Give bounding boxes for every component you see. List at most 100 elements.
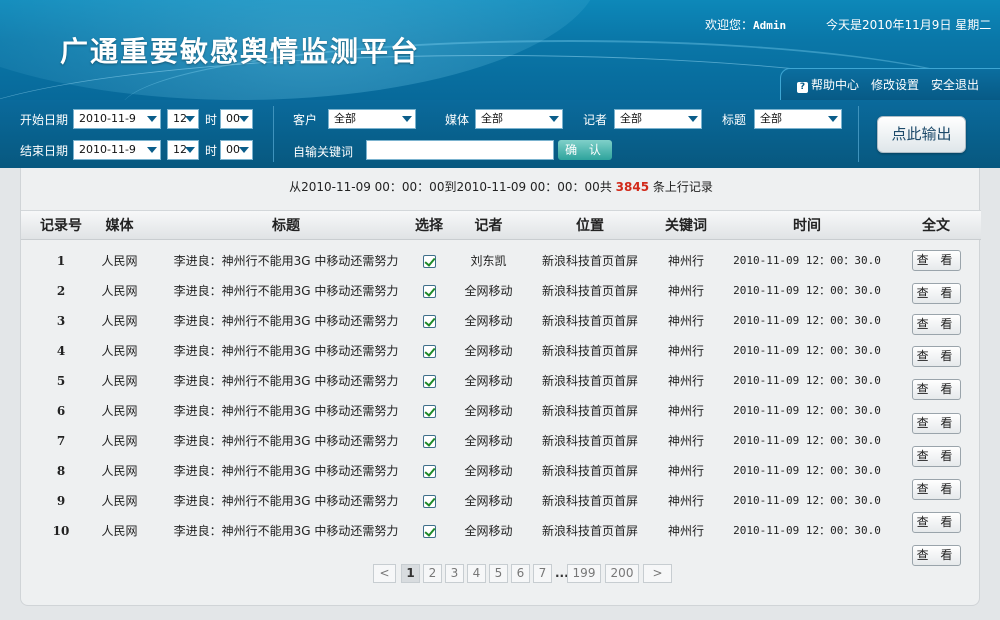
keyword-cell: 神州行 [667,314,704,328]
table-row: 7 人民网 李进良：神州行不能用3G 中移动还需努力 全网移动 新浪科技首页首屏 神州行 2… [21,426,981,467]
row-select-checkbox[interactable] [423,525,436,538]
start-date-select[interactable]: 2010-11-9 [73,109,161,129]
reporter-cell: 刘东凯 [470,254,507,268]
help-link[interactable]: ? 帮助中心 [797,76,859,93]
settings-link[interactable]: 修改设置 [871,76,919,93]
page-button[interactable]: 1 [401,564,420,583]
col-header-fulltext: 全文 [922,218,950,234]
row-select-checkbox[interactable] [423,255,436,268]
time-cell: 2010-11-09 12：00：30.0 [733,254,881,267]
reporter-cell: 全网移动 [464,494,513,508]
reporter-value: 全部 [620,112,642,125]
prev-page-button[interactable]: < [373,564,396,583]
results-summary: 从2010-11-09 00：00：00到2010-11-09 00：00：00… [21,178,981,195]
table-header: 记录号 媒体 标题 选择 记者 位置 关键词 时间 全文 [21,210,981,240]
start-minute-value: 00 [226,112,240,125]
view-button[interactable]: 查 看 [912,250,961,271]
keyword-cell: 神州行 [667,434,704,448]
media-cell: 人民网 [101,314,138,328]
row-select-checkbox[interactable] [423,495,436,508]
record-count: 3845 [615,180,650,194]
client-value: 全部 [334,112,356,125]
keyword-input[interactable] [366,140,554,160]
media-cell: 人民网 [101,404,138,418]
logout-link[interactable]: 安全退出 [931,76,979,93]
chevron-down-icon [239,147,249,153]
row-select-checkbox[interactable] [423,465,436,478]
media-cell: 人民网 [101,374,138,388]
page-button[interactable]: 200 [605,564,639,583]
title-value: 全部 [760,112,782,125]
page-button[interactable]: 7 [533,564,552,583]
start-date-label: 开始日期 [20,113,69,127]
page-button[interactable]: 5 [489,564,508,583]
title-cell: 李进良：神州行不能用3G 中移动还需努力 [173,404,399,418]
view-button[interactable]: 查 看 [912,314,961,335]
view-button[interactable]: 查 看 [912,283,961,304]
reporter-cell: 全网移动 [464,404,513,418]
table-row: 6 人民网 李进良：神州行不能用3G 中移动还需努力 全网移动 新浪科技首页首屏 神州行 2… [21,396,981,434]
record-no: 2 [56,284,66,298]
page-button[interactable]: 3 [445,564,464,583]
reporter-select[interactable]: 全部 [614,109,702,129]
export-button[interactable]: 点此输出 [877,116,966,153]
end-hour-select[interactable]: 12 [167,140,199,160]
position-cell: 新浪科技首页首屏 [541,284,638,298]
media-cell: 人民网 [101,464,138,478]
title-cell: 李进良：神州行不能用3G 中移动还需努力 [173,254,399,268]
page-button[interactable]: 2 [423,564,442,583]
summary-prefix: 从2010-11-09 00：00：00到2010-11-09 00：00：00… [289,180,612,194]
end-date-select[interactable]: 2010-11-9 [73,140,161,160]
reporter-cell: 全网移动 [464,464,513,478]
username: Admin [753,19,787,32]
time-cell: 2010-11-09 12：00：30.0 [733,494,881,507]
row-select-checkbox[interactable] [423,285,436,298]
record-no: 7 [56,434,66,448]
col-header-position: 位置 [576,218,604,234]
title-cell: 李进良：神州行不能用3G 中移动还需努力 [173,434,399,448]
start-hour-select[interactable]: 12 [167,109,199,129]
chevron-down-icon [828,116,838,122]
page-button[interactable]: 6 [511,564,530,583]
reporter-cell: 全网移动 [464,314,513,328]
media-label: 媒体 [445,113,470,127]
end-minute-select[interactable]: 00 [220,140,253,160]
col-header-media: 媒体 [105,218,134,234]
record-no: 3 [56,314,66,328]
table-row: 3 人民网 李进良：神州行不能用3G 中移动还需努力 全网移动 新浪科技首页首屏 神州行 2… [21,306,981,336]
position-cell: 新浪科技首页首屏 [541,494,638,508]
media-cell: 人民网 [101,524,138,538]
row-select-checkbox[interactable] [423,375,436,388]
row-select-checkbox[interactable] [423,405,436,418]
next-page-button[interactable]: > [643,564,672,583]
row-select-checkbox[interactable] [423,345,436,358]
media-select[interactable]: 全部 [475,109,563,129]
summary-suffix: 条上行记录 [652,180,713,194]
client-select[interactable]: 全部 [328,109,416,129]
table-row: 10 人民网 李进良：神州行不能用3G 中移动还需努力 全网移动 新浪科技首页首屏 神州行… [21,516,981,566]
view-button[interactable]: 查 看 [912,545,961,566]
position-cell: 新浪科技首页首屏 [541,404,638,418]
table-row: 9 人民网 李进良：神州行不能用3G 中移动还需努力 全网移动 新浪科技首页首屏 神州行 2… [21,486,981,533]
view-button[interactable]: 查 看 [912,346,961,367]
keyword-label: 自输关键词 [293,145,354,159]
page-button[interactable]: 199 [567,564,601,583]
table-row: 2 人民网 李进良：神州行不能用3G 中移动还需努力 全网移动 新浪科技首页首屏 神州行 2… [21,276,981,306]
confirm-button[interactable]: 确 认 [558,140,612,160]
start-minute-select[interactable]: 00 [220,109,253,129]
title-select[interactable]: 全部 [754,109,842,129]
pagination-ellipsis: ... [555,566,569,580]
page-button[interactable]: 4 [467,564,486,583]
col-header-title: 标题 [272,218,300,234]
client-label: 客户 [293,113,318,127]
row-select-checkbox[interactable] [423,315,436,328]
title-cell: 李进良：神州行不能用3G 中移动还需努力 [173,374,399,388]
results-panel: 从2010-11-09 00：00：00到2010-11-09 00：00：00… [20,168,981,606]
divider [273,106,274,162]
position-cell: 新浪科技首页首屏 [541,434,638,448]
chevron-down-icon [147,116,157,122]
row-select-checkbox[interactable] [423,435,436,448]
time-cell: 2010-11-09 12：00：30.0 [733,524,881,537]
col-header-time: 时间 [793,218,821,234]
hour-label: 时 [205,113,218,127]
